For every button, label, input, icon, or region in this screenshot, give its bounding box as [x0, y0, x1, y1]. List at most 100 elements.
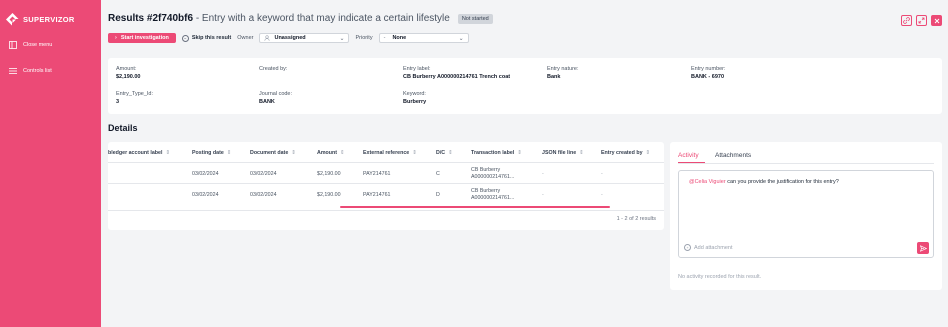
close-button[interactable] [931, 15, 942, 26]
skip-result-label: Skip this result [191, 35, 232, 41]
cell-transaction-label: CB Burberry [471, 188, 501, 194]
info-label: Created by: [259, 66, 288, 72]
info-value: BANK [259, 99, 275, 105]
user-mention[interactable]: @Celia Viguier [689, 179, 726, 185]
column-header-transaction-label[interactable]: Transaction label ⇕ [471, 150, 522, 156]
skip-circle-icon: − [181, 34, 189, 42]
panel-close-icon [9, 41, 17, 49]
link-button[interactable] [901, 15, 912, 26]
user-icon [264, 35, 270, 41]
sort-icon: ⇕ [645, 150, 650, 156]
info-label: Keyword: [403, 91, 426, 97]
info-amount: Amount: $2,190.00 [116, 66, 140, 80]
priority-value: None [392, 35, 407, 41]
logo-icon [6, 13, 19, 26]
priority-dash: - [383, 35, 386, 41]
column-header-label: JSON file line [542, 150, 577, 156]
cell-document-date: 03/02/2024 [250, 192, 277, 198]
info-keyword: Keyword: Burberry [403, 91, 426, 105]
column-header-external-reference[interactable]: External reference ⇕ [363, 150, 417, 156]
sort-icon: ⇕ [340, 150, 345, 156]
comment-text: @Celia Viguier can you provide the justi… [689, 179, 839, 185]
horizontal-scrollbar[interactable] [340, 206, 610, 208]
info-label: Amount: [116, 66, 137, 72]
owner-label: Owner [237, 35, 254, 41]
add-attachment-label: Add attachment [694, 244, 733, 251]
table-divider [108, 183, 664, 184]
info-value: $2,190.00 [116, 74, 141, 80]
table-divider [108, 210, 664, 211]
page-header: Results #2f740bf6 - Entry with a keyword… [108, 13, 493, 24]
cell-posting-date: 03/02/2024 [192, 192, 219, 198]
cell-posting-date: 03/02/2024 [192, 171, 219, 177]
info-label: Journal code: [259, 91, 293, 97]
column-header-posting-date[interactable]: Posting date ⇕ [192, 150, 231, 156]
comment-body: can you provide the justification for th… [725, 179, 839, 185]
info-journal-code: Journal code: BANK [259, 91, 292, 105]
column-header-entry-created-by[interactable]: Entry created by ⇕ [601, 150, 650, 156]
column-header-amount[interactable]: Amount ⇕ [317, 150, 344, 156]
info-label: Entry number: [691, 66, 726, 72]
tab-attachments[interactable]: Attachments [715, 152, 751, 159]
chevron-down-icon: ⌄ [339, 36, 345, 42]
info-entry-number: Entry number: BANK - 6970 [691, 66, 726, 80]
owner-value: Unassigned [274, 35, 306, 41]
column-header-dc[interactable]: D/C ⇕ [436, 150, 453, 156]
column-header-label: bledger account label [108, 150, 163, 156]
sort-icon: ⇕ [517, 150, 522, 156]
comment-input[interactable]: @Celia Viguier can you provide the justi… [678, 170, 934, 258]
info-entry-nature: Entry nature: Bank [547, 66, 579, 80]
sort-icon: ⇕ [412, 150, 417, 156]
info-label: Entry nature: [547, 66, 579, 72]
sidebar-item-label: Controls list [23, 68, 52, 74]
add-attachment-button[interactable]: + Add attachment [684, 244, 733, 251]
window-controls [901, 15, 942, 26]
owner-select[interactable]: Unassigned ⌄ [259, 33, 350, 43]
sidebar-item-close-menu[interactable]: Close menu [9, 41, 52, 49]
tab-divider [678, 163, 934, 164]
column-header-json-file-line[interactable]: JSON file line ⇕ [542, 150, 584, 156]
column-header-label: Posting date [192, 150, 224, 156]
info-entry-type: Entry_Type_Id: 3 [116, 91, 153, 105]
column-header-document-date[interactable]: Document date ⇕ [250, 150, 296, 156]
sidebar-item-label: Close menu [23, 42, 53, 48]
cell-dc: C [436, 171, 440, 177]
sort-icon: ⇕ [226, 150, 232, 156]
cell-json-file-line: - [542, 192, 544, 198]
brand-logo[interactable]: SUPERVIZOR [6, 13, 75, 26]
cell-amount: $2,190.00 [317, 192, 341, 198]
main-content: Results #2f740bf6 - Entry with a keyword… [101, 0, 948, 327]
page-title: Results #2f740bf6 - Entry with a keyword… [108, 13, 450, 24]
status-badge: Not started [457, 13, 493, 24]
sidebar: SUPERVIZOR Close menu Controls list [0, 0, 101, 327]
sidebar-item-controls-list[interactable]: Controls list [9, 67, 52, 75]
brand-name: SUPERVIZOR [23, 15, 75, 24]
sort-icon: ⇕ [448, 150, 453, 156]
start-investigation-label: Start investigation [120, 35, 169, 41]
cell-transaction-label-2: A000000214761... [471, 174, 515, 180]
link-icon [903, 17, 910, 24]
sort-icon: ⇕ [579, 150, 584, 156]
cell-document-date: 03/02/2024 [250, 171, 277, 177]
column-header-ledger[interactable]: bledger account label ⇕ [108, 150, 170, 156]
cell-transaction-label-2: A000000214761... [471, 195, 515, 201]
chevron-down-icon: ⌄ [458, 36, 464, 42]
cell-dc: D [436, 192, 440, 198]
cell-entry-created-by: - [601, 171, 603, 177]
info-value: Burberry [403, 99, 427, 105]
result-id: Results #2f740bf6 [108, 13, 194, 24]
expand-button[interactable] [916, 15, 927, 26]
cell-entry-created-by: - [601, 192, 603, 198]
empty-activity-message: No activity recorded for this result. [678, 274, 762, 280]
skip-result-button[interactable]: − Skip this result [181, 34, 232, 42]
cell-json-file-line: - [542, 171, 544, 177]
start-investigation-button[interactable]: › Start investigation [108, 33, 176, 43]
column-header-label: Transaction label [471, 150, 515, 156]
cell-external-reference: PAY214761 [363, 192, 391, 198]
send-icon [919, 244, 927, 252]
list-icon [9, 68, 17, 74]
info-value: CB Burberry A000000214761 Trench coat [403, 74, 511, 80]
tab-activity[interactable]: Activity [678, 152, 699, 159]
priority-select[interactable]: - None ⌄ [378, 33, 469, 43]
send-button[interactable] [917, 242, 929, 254]
